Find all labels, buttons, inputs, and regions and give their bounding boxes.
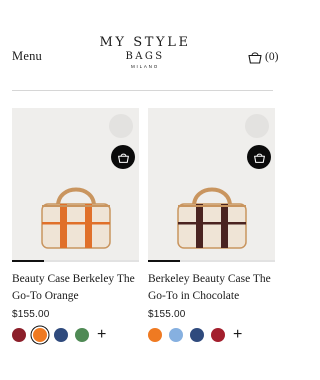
image-progress-bar xyxy=(12,260,139,262)
wishlist-icon[interactable] xyxy=(109,114,133,138)
color-swatch[interactable] xyxy=(211,328,225,342)
product-title[interactable]: Beauty Case Berkeley The Go-To Orange xyxy=(12,271,139,305)
wishlist-icon[interactable] xyxy=(245,114,269,138)
color-swatch[interactable] xyxy=(148,328,162,342)
color-swatch[interactable] xyxy=(54,328,68,342)
shopping-basket-icon xyxy=(253,153,265,163)
quick-add-button[interactable] xyxy=(111,145,135,169)
logo-line-1: MY STYLE xyxy=(99,35,191,50)
color-swatch[interactable] xyxy=(190,328,204,342)
beauty-case-bag-image xyxy=(177,187,247,249)
color-swatch[interactable] xyxy=(33,328,47,342)
quick-add-button[interactable] xyxy=(247,145,271,169)
logo-line-2: BAGS xyxy=(125,51,165,62)
logo-line-3: MILANO xyxy=(130,64,160,69)
color-swatches: + xyxy=(148,327,275,343)
cart-button[interactable]: (0) xyxy=(247,48,278,66)
product-image[interactable] xyxy=(12,108,139,260)
product-price: $155.00 xyxy=(12,309,50,320)
brand-logo[interactable]: MY STYLE BAGS MILANO xyxy=(80,36,210,70)
image-progress-fill xyxy=(12,260,44,262)
product-card[interactable]: Berkeley Beauty Case The Go-To in Chocol… xyxy=(148,108,275,343)
beauty-case-bag-image xyxy=(41,187,111,249)
cart-count: (0) xyxy=(265,51,279,63)
image-progress-fill xyxy=(148,260,180,262)
color-swatch[interactable] xyxy=(12,328,26,342)
product-card[interactable]: Beauty Case Berkeley The Go-To Orange $1… xyxy=(12,108,139,343)
product-image[interactable] xyxy=(148,108,275,260)
product-title[interactable]: Berkeley Beauty Case The Go-To in Chocol… xyxy=(148,271,275,305)
more-colors-button[interactable]: + xyxy=(97,327,106,343)
color-swatch[interactable] xyxy=(75,328,89,342)
product-price: $155.00 xyxy=(148,309,186,320)
image-progress-bar xyxy=(148,260,275,262)
color-swatch[interactable] xyxy=(169,328,183,342)
more-colors-button[interactable]: + xyxy=(233,327,242,343)
header-divider xyxy=(12,90,273,91)
site-header: Menu MY STYLE BAGS MILANO (0) xyxy=(0,0,285,90)
shopping-basket-icon xyxy=(248,52,262,64)
menu-button[interactable]: Menu xyxy=(12,49,42,64)
color-swatches: + xyxy=(12,327,139,343)
shopping-basket-icon xyxy=(117,153,129,163)
